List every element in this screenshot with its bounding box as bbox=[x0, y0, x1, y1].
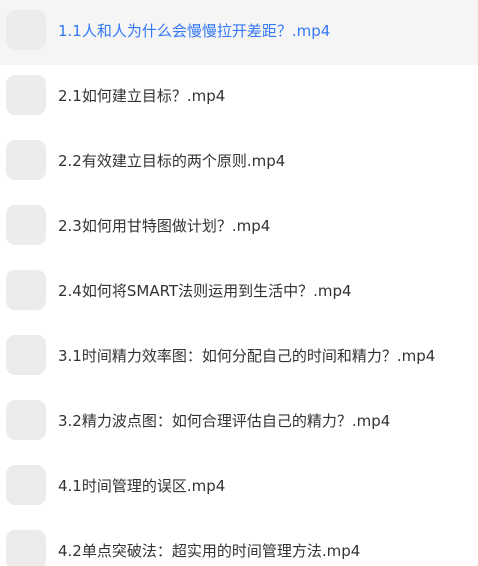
video-title: 2.1如何建立目标？.mp4 bbox=[58, 87, 226, 105]
video-thumbnail bbox=[6, 75, 46, 115]
playlist-item[interactable]: 2.3如何用甘特图做计划？.mp4 bbox=[0, 195, 478, 260]
playlist-item[interactable]: 2.2有效建立目标的两个原则.mp4 bbox=[0, 130, 478, 195]
video-title: 1.1人和人为什么会慢慢拉开差距？.mp4 bbox=[58, 22, 331, 40]
video-thumbnail bbox=[6, 270, 46, 310]
video-title: 2.4如何将SMART法则运用到生活中？.mp4 bbox=[58, 282, 352, 300]
video-playlist: 1.1人和人为什么会慢慢拉开差距？.mp4 2.1如何建立目标？.mp4 2.2… bbox=[0, 0, 478, 566]
video-thumbnail bbox=[6, 10, 46, 50]
playlist-item[interactable]: 1.1人和人为什么会慢慢拉开差距？.mp4 bbox=[0, 0, 478, 65]
video-thumbnail bbox=[6, 140, 46, 180]
playlist-item[interactable]: 3.2精力波点图：如何合理评估自己的精力？.mp4 bbox=[0, 390, 478, 455]
video-thumbnail bbox=[6, 205, 46, 245]
video-title: 4.2单点突破法：超实用的时间管理方法.mp4 bbox=[58, 542, 361, 560]
playlist-item[interactable]: 3.1时间精力效率图：如何分配自己的时间和精力？.mp4 bbox=[0, 325, 478, 390]
playlist-item[interactable]: 2.1如何建立目标？.mp4 bbox=[0, 65, 478, 130]
video-title: 3.1时间精力效率图：如何分配自己的时间和精力？.mp4 bbox=[58, 347, 436, 365]
video-thumbnail bbox=[6, 335, 46, 375]
video-title: 2.3如何用甘特图做计划？.mp4 bbox=[58, 217, 271, 235]
video-title: 2.2有效建立目标的两个原则.mp4 bbox=[58, 152, 286, 170]
playlist-item[interactable]: 4.2单点突破法：超实用的时间管理方法.mp4 bbox=[0, 520, 478, 566]
playlist-item[interactable]: 4.1时间管理的误区.mp4 bbox=[0, 455, 478, 520]
video-thumbnail bbox=[6, 400, 46, 440]
video-thumbnail bbox=[6, 530, 46, 566]
playlist-item[interactable]: 2.4如何将SMART法则运用到生活中？.mp4 bbox=[0, 260, 478, 325]
video-title: 4.1时间管理的误区.mp4 bbox=[58, 477, 226, 495]
video-title: 3.2精力波点图：如何合理评估自己的精力？.mp4 bbox=[58, 412, 391, 430]
video-thumbnail bbox=[6, 465, 46, 505]
